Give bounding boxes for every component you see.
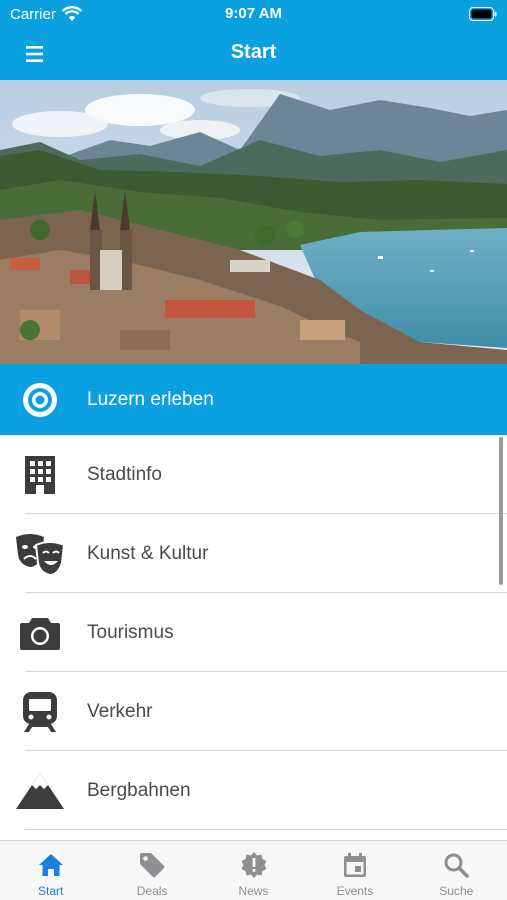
- hamburger-menu-icon[interactable]: [22, 42, 48, 66]
- search-icon: [444, 853, 470, 878]
- divider: [25, 829, 507, 830]
- tab-label: Start: [38, 884, 64, 898]
- home-icon: [38, 854, 63, 876]
- train-icon: [14, 690, 66, 734]
- target-icon: [14, 378, 66, 422]
- menu-item-label: Stadtinfo: [87, 463, 162, 485]
- tab-label: News: [238, 884, 269, 898]
- tab-label: Deals: [136, 884, 168, 898]
- tab-events[interactable]: Events: [304, 841, 405, 900]
- calendar-icon: [343, 853, 366, 877]
- menu-item-label: Luzern erleben: [87, 388, 214, 410]
- top-bar: Carrier 9:07 AM Start: [0, 0, 507, 80]
- building-icon: [14, 453, 66, 497]
- scrollbar[interactable]: [499, 437, 503, 585]
- tab-suche[interactable]: Suche: [406, 841, 507, 900]
- hero-image: [0, 80, 507, 364]
- menu-item-label: Kunst & Kultur: [87, 542, 209, 564]
- page-title: Start: [230, 41, 277, 63]
- clock: 9:07 AM: [225, 5, 282, 22]
- tag-icon: [140, 853, 165, 878]
- alert-badge-icon: [241, 852, 267, 878]
- menu-item-stadtinfo[interactable]: Stadtinfo: [0, 435, 507, 514]
- main-menu-list: Luzern erleben Stadtinfo Kunst & Kultur …: [0, 364, 507, 840]
- tab-label: Suche: [439, 884, 474, 898]
- tab-label: Events: [336, 884, 374, 898]
- menu-item-label: Tourismus: [87, 621, 174, 643]
- theater-masks-icon: [14, 532, 66, 576]
- tab-deals[interactable]: Deals: [101, 841, 202, 900]
- menu-item-label: Verkehr: [87, 700, 153, 722]
- menu-item-bergbahnen[interactable]: Bergbahnen: [0, 751, 507, 830]
- menu-item-kunst-kultur[interactable]: Kunst & Kultur: [0, 514, 507, 593]
- menu-item-verkehr[interactable]: Verkehr: [0, 672, 507, 751]
- battery-icon: [469, 7, 497, 21]
- tab-bar: Start Deals News Events Suche: [0, 840, 507, 900]
- menu-item-label: Bergbahnen: [87, 779, 191, 801]
- navigation-bar: Start: [0, 30, 507, 80]
- menu-item-luzern-erleben[interactable]: Luzern erleben: [0, 364, 507, 435]
- status-bar: Carrier 9:07 AM: [0, 0, 507, 30]
- tab-news[interactable]: News: [203, 841, 304, 900]
- tab-start[interactable]: Start: [0, 841, 101, 900]
- menu-item-tourismus[interactable]: Tourismus: [0, 593, 507, 672]
- camera-icon: [14, 611, 66, 655]
- mountain-icon: [14, 769, 66, 813]
